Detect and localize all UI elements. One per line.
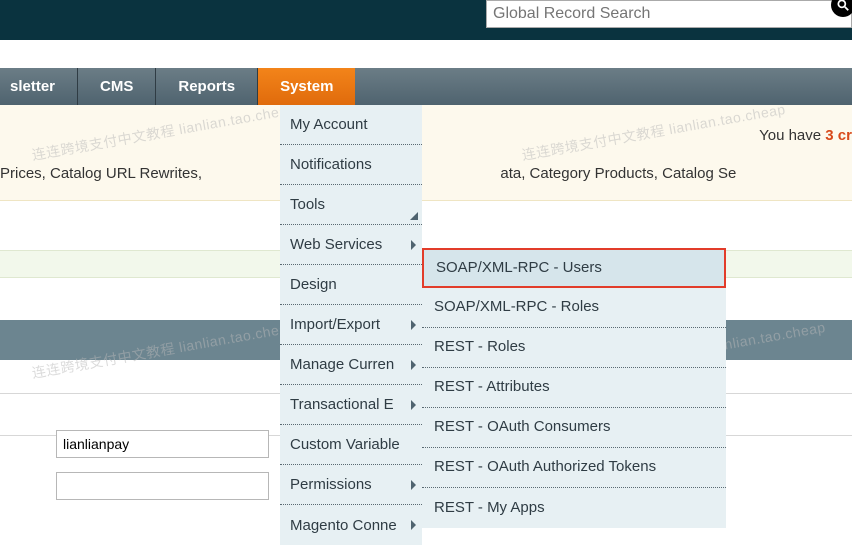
header-gap xyxy=(0,40,852,68)
global-search-input[interactable] xyxy=(487,2,817,26)
notice-suffix: cr xyxy=(834,127,852,144)
menu-newsletter[interactable]: sletter xyxy=(0,68,78,105)
notice-right: ata, Category Products, Catalog Se xyxy=(500,165,736,182)
name-field[interactable] xyxy=(56,430,269,458)
ws-rest-my-apps[interactable]: REST - My Apps xyxy=(422,488,726,528)
system-notifications[interactable]: Notifications xyxy=(280,145,422,185)
system-dropdown: My Account Notifications Tools Web Servi… xyxy=(280,105,422,545)
header-strip xyxy=(0,0,852,40)
global-search-wrap xyxy=(486,0,852,28)
system-tools[interactable]: Tools xyxy=(280,185,422,225)
system-magento-connect[interactable]: Magento Conne xyxy=(280,505,422,545)
ws-soap-roles[interactable]: SOAP/XML-RPC - Roles xyxy=(422,288,726,328)
system-manage-currency[interactable]: Manage Curren xyxy=(280,345,422,385)
ws-rest-roles[interactable]: REST - Roles xyxy=(422,328,726,368)
menu-system[interactable]: System xyxy=(258,68,355,105)
notice-index-line: Prices, Catalog URL Rewrites, ata, Categ… xyxy=(0,165,852,182)
system-my-account[interactable]: My Account xyxy=(280,105,422,145)
ws-rest-oauth-tokens[interactable]: REST - OAuth Authorized Tokens xyxy=(422,448,726,488)
ws-rest-oauth-consumers[interactable]: REST - OAuth Consumers xyxy=(422,408,726,448)
system-import-export[interactable]: Import/Export xyxy=(280,305,422,345)
notice-band: You have 3 cr Prices, Catalog URL Rewrit… xyxy=(0,105,852,201)
web-services-submenu: SOAP/XML-RPC - Users SOAP/XML-RPC - Role… xyxy=(422,248,726,528)
notice-count: 3 xyxy=(825,127,833,144)
ws-rest-attributes[interactable]: REST - Attributes xyxy=(422,368,726,408)
system-transactional-emails[interactable]: Transactional E xyxy=(280,385,422,425)
system-custom-variables[interactable]: Custom Variable xyxy=(280,425,422,465)
secondary-field[interactable] xyxy=(56,472,269,500)
ws-soap-users[interactable]: SOAP/XML-RPC - Users xyxy=(422,248,726,288)
notice-critical: You have 3 cr xyxy=(759,127,852,144)
system-permissions[interactable]: Permissions xyxy=(280,465,422,505)
notice-left: Prices, Catalog URL Rewrites, xyxy=(0,165,206,182)
menu-cms[interactable]: CMS xyxy=(78,68,156,105)
system-design[interactable]: Design xyxy=(280,265,422,305)
system-web-services[interactable]: Web Services xyxy=(280,225,422,265)
search-icon[interactable] xyxy=(831,0,852,17)
main-menubar: sletter CMS Reports System xyxy=(0,68,852,105)
menu-reports[interactable]: Reports xyxy=(156,68,258,105)
notice-prefix: You have xyxy=(759,127,825,144)
